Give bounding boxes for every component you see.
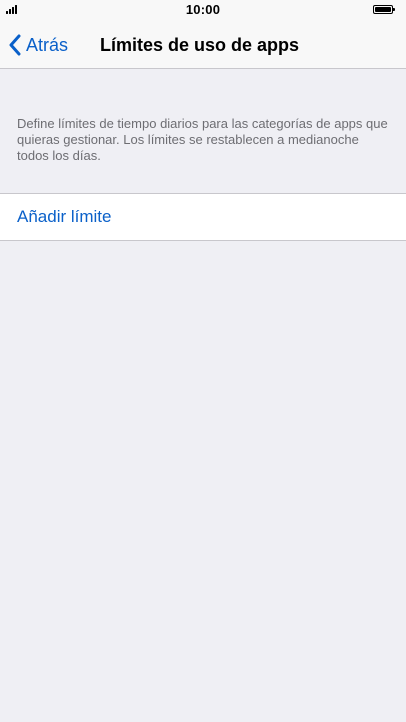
battery-tip xyxy=(393,8,395,11)
page-title: Límites de uso de apps xyxy=(100,35,300,55)
status-time: 10:00 xyxy=(185,2,221,17)
navigation-bar: Atrás Límites de uso de apps xyxy=(0,20,406,69)
back-label: Atrás xyxy=(26,34,69,55)
add-limit-label: Añadir límite xyxy=(17,207,112,226)
status-bar: 10:00 xyxy=(0,0,406,20)
section-footer-description: Define límites de tiempo diarios para la… xyxy=(17,116,388,163)
battery-icon xyxy=(373,5,393,14)
add-limit-button[interactable]: Añadir límite xyxy=(0,193,406,241)
chevron-left-icon xyxy=(9,34,21,56)
back-button[interactable]: Atrás xyxy=(8,32,68,58)
